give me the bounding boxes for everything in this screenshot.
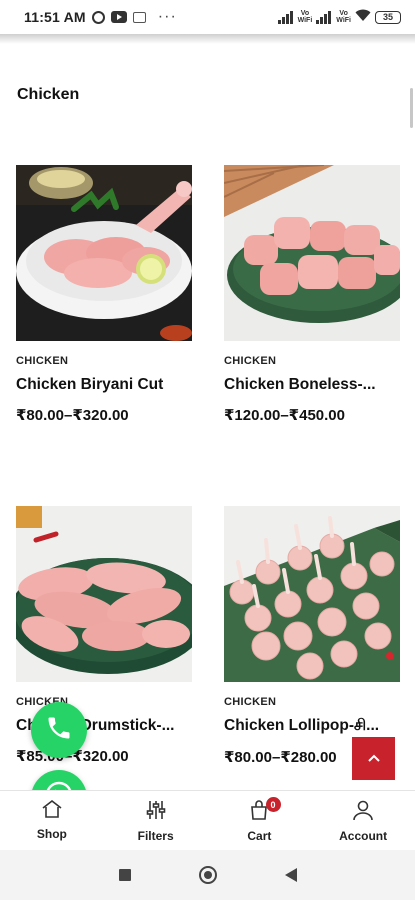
vowifi-label: Vo WiFi [297,10,313,24]
product-name[interactable]: Chicken Lollipop-சி... [224,717,400,736]
signal-icon [277,10,294,24]
phone-icon [45,714,73,747]
status-time: 11:51 AM [24,9,86,25]
nav-shop-label: Shop [36,827,67,841]
status-bar: 11:51 AM ··· Vo WiFi Vo WiFi 35 [0,0,415,34]
more-notifications-icon: ··· [157,8,177,25]
nav-account[interactable]: Account [311,791,415,848]
bottom-nav: Shop Filters 0 Cart Account [0,790,415,848]
nav-cart[interactable]: 0 Cart [208,791,312,848]
youtube-icon [110,11,127,23]
battery-icon: 35 [375,10,401,24]
nav-account-label: Account [339,829,388,843]
scrollbar[interactable] [410,88,413,128]
filters-icon [145,799,167,826]
cart-count-badge: 0 [265,797,281,812]
back-button[interactable] [284,868,297,882]
product-category[interactable]: CHICKEN [224,696,400,708]
product-image[interactable] [224,506,400,682]
home-button[interactable] [198,866,217,884]
header-shadow [0,34,415,44]
product-price: ₹120.00–₹450.00 [224,407,345,424]
product-card[interactable]: CHICKEN Chicken Biryani Cut ₹80.00–₹320.… [16,165,192,424]
system-nav-bar [0,850,415,900]
product-price: ₹80.00–₹320.00 [16,407,129,424]
vowifi-label: Vo WiFi [336,10,351,24]
message-icon [132,11,146,23]
shop-icon [41,799,63,824]
page-title: Chicken [17,86,80,103]
nav-shop[interactable]: Shop [0,791,104,848]
product-name[interactable]: Chicken Boneless-... [224,376,400,394]
nav-filters-label: Filters [137,829,174,843]
nav-cart-label: Cart [247,829,272,843]
wifi-icon [355,9,371,26]
product-image[interactable] [224,165,400,341]
product-name[interactable]: Chicken Biryani Cut [16,376,192,394]
chevron-up-icon [367,750,381,768]
alarm-icon [91,10,105,24]
call-button[interactable] [31,702,87,758]
product-card[interactable]: CHICKEN Chicken Lollipop-சி... ₹80.00–₹2… [224,506,400,766]
scroll-to-top-button[interactable] [352,737,395,780]
product-image[interactable] [16,165,192,341]
product-card[interactable]: CHICKEN Chicken Boneless-... ₹120.00–₹45… [224,165,400,424]
signal-icon [316,10,332,24]
product-category[interactable]: CHICKEN [16,355,192,367]
nav-filters[interactable]: Filters [104,791,208,848]
product-category[interactable]: CHICKEN [224,355,400,367]
recents-button[interactable] [118,869,131,881]
product-image[interactable] [16,506,192,682]
account-icon [352,799,374,826]
